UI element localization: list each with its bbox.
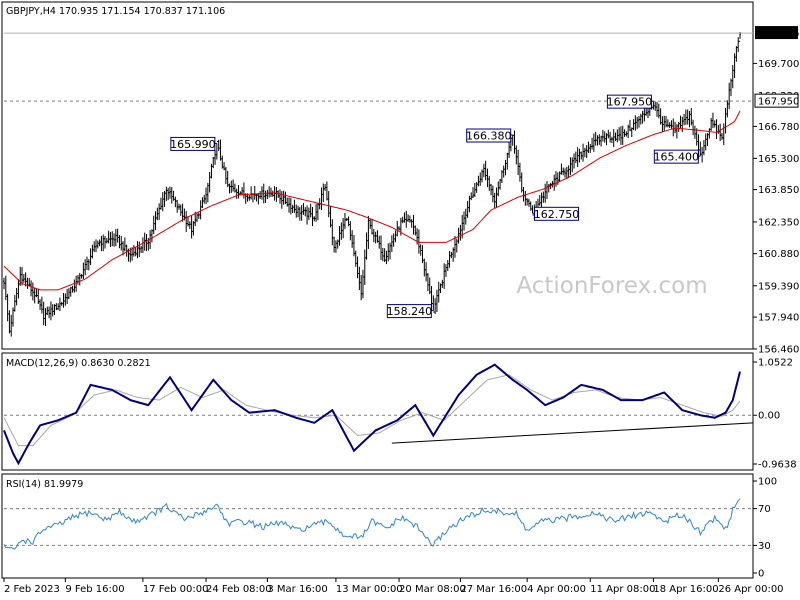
price-axis: 169.700 166.780 165.300 163.850 162.350 160.8… bbox=[753, 26, 799, 356]
macd-tick-label: 1.0522 bbox=[758, 358, 793, 369]
price-tick-label: 163.850 bbox=[758, 185, 799, 196]
time-axis: 2 Feb 2023 9 Feb 16:00 17 Feb 00:0024 Feb … bbox=[3, 578, 784, 595]
price-tick-label: 160.880 bbox=[758, 249, 799, 260]
macd-axis: 1.0522 0.00 -0.9638 bbox=[753, 358, 797, 471]
rsi-tick-label: 100 bbox=[758, 477, 777, 488]
time-tick-label: 4 Apr 00:00 bbox=[527, 584, 586, 595]
annotation-label: 167.950 bbox=[607, 96, 653, 109]
macd-tick-label: -0.9638 bbox=[758, 460, 797, 471]
annotation-label: 165.990 bbox=[170, 138, 216, 151]
macd-panel bbox=[1, 352, 754, 471]
time-tick-label: 26 Apr 00:00 bbox=[718, 584, 783, 595]
rsi-tick-label: 0 bbox=[758, 569, 764, 580]
price-tick-label: 159.390 bbox=[758, 281, 799, 292]
price-tick-label: 166.780 bbox=[758, 122, 799, 133]
resistance-tag-label: 167.950 bbox=[758, 97, 799, 108]
rsi-header: RSI(14) 81.9979 bbox=[6, 479, 83, 490]
rsi-tick-label: 30 bbox=[758, 541, 771, 552]
last-price-label: 171.106 bbox=[758, 29, 799, 40]
price-tick-label: 169.700 bbox=[758, 59, 799, 70]
price-tick-label: 165.300 bbox=[758, 154, 799, 165]
price-header: GBPJPY,H4 170.935 171.154 170.837 171.10… bbox=[6, 6, 225, 17]
watermark: ActionForex.com bbox=[516, 273, 707, 299]
annotation-label: 166.380 bbox=[466, 130, 512, 143]
time-tick-label: 18 Apr 16:00 bbox=[653, 584, 718, 595]
rsi-tick-label: 70 bbox=[758, 504, 771, 515]
price-tick-label: 157.940 bbox=[758, 313, 799, 324]
annotation-label: 165.400 bbox=[654, 151, 700, 164]
time-tick-label: 2 Feb 2023 bbox=[4, 584, 60, 595]
time-tick-label: 24 Feb 08:00 bbox=[206, 584, 272, 595]
macd-header: MACD(12,26,9) 0.8630 0.2821 bbox=[6, 358, 151, 369]
annotation-label: 158.240 bbox=[387, 305, 433, 318]
time-tick-label: 3 Mar 16:00 bbox=[267, 584, 327, 595]
time-tick-label: 27 Mar 16:00 bbox=[460, 584, 527, 595]
price-tick-label: 156.460 bbox=[758, 345, 799, 356]
time-tick-label: 13 Mar 00:00 bbox=[336, 584, 403, 595]
time-tick-label: 20 Mar 08:00 bbox=[399, 584, 466, 595]
annotation-label: 162.750 bbox=[534, 208, 580, 221]
time-tick-label: 17 Feb 00:00 bbox=[143, 584, 209, 595]
time-tick-label: 11 Apr 08:00 bbox=[590, 584, 655, 595]
price-tick-label: 162.350 bbox=[758, 217, 799, 228]
macd-tick-label: 0.00 bbox=[758, 411, 780, 422]
time-tick-label: 9 Feb 16:00 bbox=[65, 584, 124, 595]
rsi-panel bbox=[1, 473, 754, 579]
gbpjpy-chart: ActionForex.com 165.990 158.240 166.380 162… bbox=[1, 1, 799, 595]
rsi-axis: 100 70 30 0 bbox=[753, 477, 777, 580]
